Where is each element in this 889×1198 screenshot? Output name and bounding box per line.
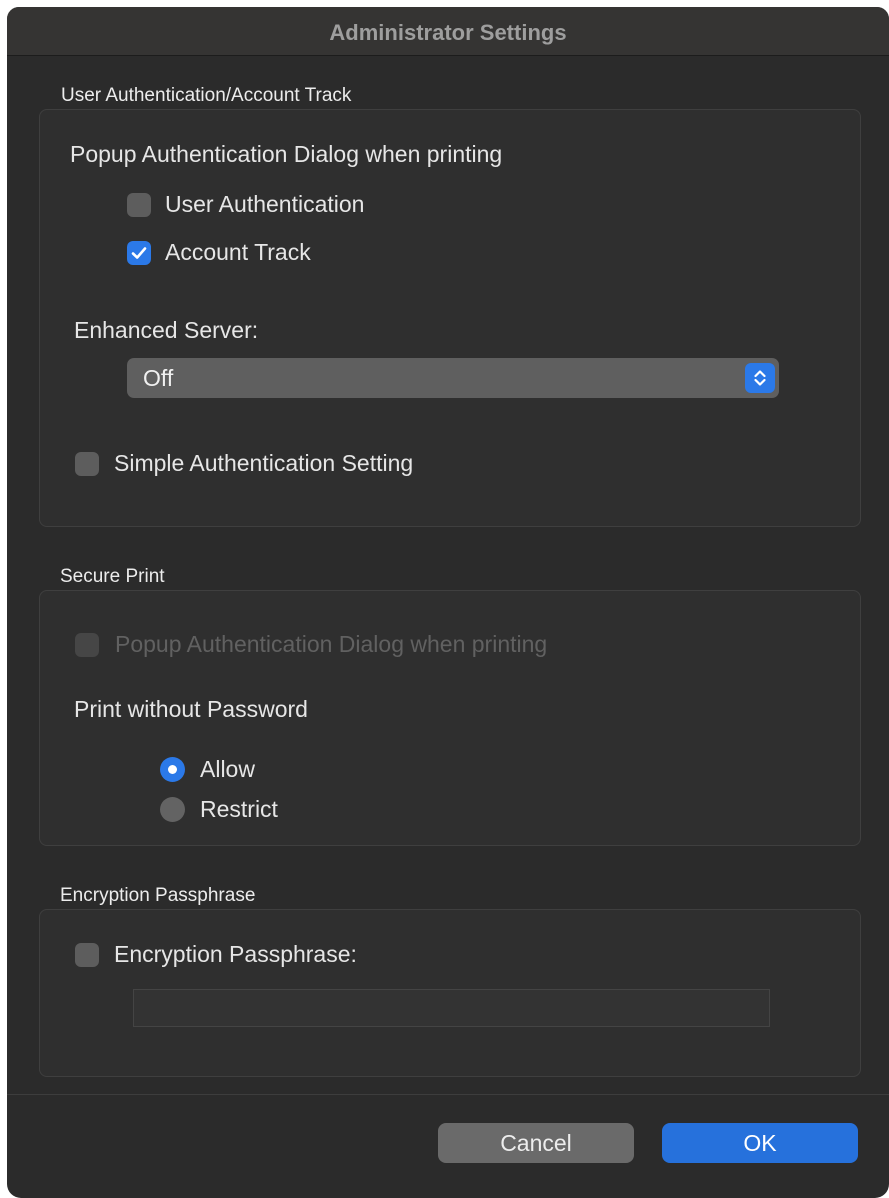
account-track-label[interactable]: Account Track xyxy=(165,239,311,266)
print-without-password-label: Print without Password xyxy=(74,696,308,722)
footer-divider xyxy=(7,1094,889,1095)
allow-radio[interactable] xyxy=(160,757,185,782)
secure-popup-auth-label: Popup Authentication Dialog when printin… xyxy=(115,631,548,657)
enhanced-server-select[interactable]: Off xyxy=(127,358,779,398)
administrator-settings-dialog: Administrator Settings User Authenticati… xyxy=(7,7,889,1198)
ok-button[interactable]: OK xyxy=(662,1123,858,1163)
enhanced-server-label: Enhanced Server: xyxy=(74,317,259,343)
restrict-label[interactable]: Restrict xyxy=(200,796,278,823)
simple-auth-label[interactable]: Simple Authentication Setting xyxy=(114,450,413,477)
encryption-passphrase-input[interactable] xyxy=(133,989,770,1027)
allow-label[interactable]: Allow xyxy=(200,756,255,783)
secure-popup-auth-checkbox[interactable] xyxy=(75,633,99,657)
encryption-passphrase-checkbox[interactable] xyxy=(75,943,99,967)
section-label-secure-print: Secure Print xyxy=(60,566,165,587)
simple-auth-checkbox[interactable] xyxy=(75,452,99,476)
cancel-button[interactable]: Cancel xyxy=(438,1123,634,1163)
dialog-title: Administrator Settings xyxy=(329,20,567,45)
encryption-passphrase-label[interactable]: Encryption Passphrase: xyxy=(114,941,357,968)
section-label-encryption: Encryption Passphrase xyxy=(60,885,256,906)
section-label-user-auth: User Authentication/Account Track xyxy=(61,85,352,106)
restrict-radio[interactable] xyxy=(160,797,185,822)
checkmark-icon xyxy=(131,247,147,259)
user-authentication-checkbox[interactable] xyxy=(127,193,151,217)
user-authentication-label[interactable]: User Authentication xyxy=(165,191,364,218)
account-track-checkbox[interactable] xyxy=(127,241,151,265)
popup-auth-heading: Popup Authentication Dialog when printin… xyxy=(70,141,503,167)
title-bar[interactable]: Administrator Settings xyxy=(7,7,889,56)
enhanced-server-value: Off xyxy=(143,365,174,391)
chevron-up-down-icon xyxy=(745,363,775,393)
